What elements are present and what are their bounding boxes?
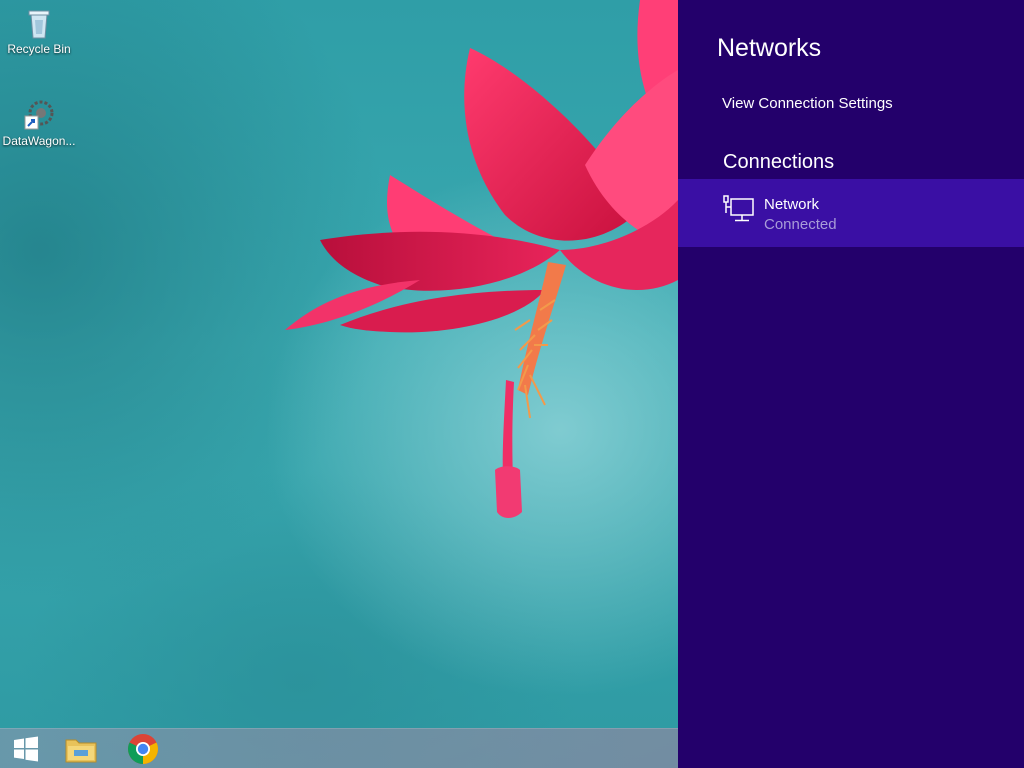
networks-pane: Networks View Connection Settings Connec…	[678, 0, 1024, 768]
taskbar	[0, 728, 678, 768]
connection-item-network[interactable]: Network Connected	[678, 179, 1024, 247]
start-button[interactable]	[0, 729, 52, 768]
connection-name: Network	[764, 196, 820, 213]
pane-title: Networks	[717, 34, 822, 62]
chrome-icon	[128, 734, 158, 764]
view-connection-settings-link[interactable]: View Connection Settings	[722, 95, 893, 112]
taskbar-file-explorer[interactable]	[55, 729, 107, 768]
wired-network-icon	[723, 195, 754, 222]
desktop-icon-datawagon[interactable]: DataWagon...	[1, 98, 77, 148]
desktop-icon-recycle-bin[interactable]: Recycle Bin	[1, 6, 77, 56]
taskbar-chrome[interactable]	[117, 729, 169, 768]
connections-heading: Connections	[723, 151, 835, 173]
connection-status: Connected	[764, 216, 837, 233]
recycle-bin-icon	[28, 10, 50, 39]
desktop-icon-label: DataWagon...	[2, 134, 76, 148]
wallpaper-flower	[285, 0, 678, 518]
datawagon-shortcut-icon	[24, 100, 54, 130]
desktop-icon-label: Recycle Bin	[7, 42, 71, 56]
windows-logo-icon	[14, 736, 38, 762]
folder-icon	[65, 739, 97, 763]
